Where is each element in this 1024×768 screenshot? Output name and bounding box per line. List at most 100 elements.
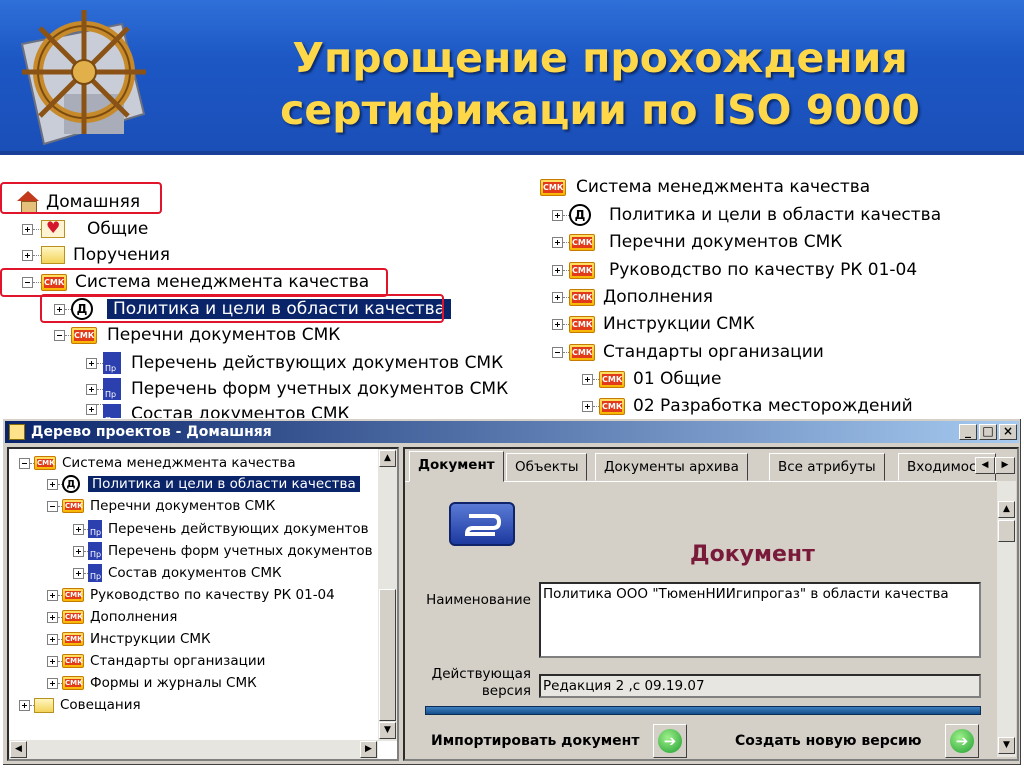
tab-all-attributes[interactable]: Все атрибуты xyxy=(769,453,885,481)
tree-item-additions[interactable]: СМК Дополнения xyxy=(47,609,177,625)
minimize-button[interactable]: _ xyxy=(959,424,977,440)
tree-item-instructions[interactable]: СМК Инструкции СМК xyxy=(47,631,211,647)
tree-item-label: 02 Разработка месторождений xyxy=(633,396,913,416)
expand-icon[interactable] xyxy=(552,209,563,221)
tree-item-forms[interactable]: Перечень форм учетных документов xyxy=(73,542,373,560)
expand-icon[interactable] xyxy=(22,249,33,261)
expand-icon[interactable] xyxy=(552,264,563,276)
tree-item-label: Формы и журналы СМК xyxy=(90,675,257,691)
smk-icon: СМК xyxy=(569,315,595,333)
collapse-icon[interactable] xyxy=(47,500,58,512)
tree-item-active-docs[interactable]: Перечень действующих документов СМК xyxy=(86,352,503,374)
app-icon xyxy=(9,424,25,440)
tree-item-general[interactable]: Общие xyxy=(22,218,148,239)
tree-item-label: Перечни документов СМК xyxy=(609,232,843,252)
expand-icon[interactable] xyxy=(47,478,58,490)
scroll-thumb[interactable] xyxy=(379,589,396,721)
collapse-icon[interactable] xyxy=(54,329,65,341)
tree-item-doc-lists[interactable]: СМК Перечни документов СМК xyxy=(47,498,275,514)
expand-icon[interactable] xyxy=(552,291,563,303)
tree-item-standards[interactable]: СМК Стандарты организации xyxy=(552,342,824,362)
tree-item-additions[interactable]: СМК Дополнения xyxy=(552,287,713,307)
document-list-icon xyxy=(103,404,121,418)
import-document-button[interactable] xyxy=(653,724,687,758)
document-tab-body: Документ Наименование Политика ООО "Тюме… xyxy=(405,481,999,759)
tree-item-label: Перечень форм учетных документов СМК xyxy=(131,379,509,399)
expand-icon[interactable] xyxy=(47,655,58,667)
tab-archive-docs[interactable]: Документы архива xyxy=(595,453,748,481)
create-new-version-button[interactable] xyxy=(945,724,979,758)
scroll-down-icon[interactable]: ▼ xyxy=(379,722,396,739)
smk-icon: СМК xyxy=(599,370,625,388)
name-label: Наименование xyxy=(426,592,531,608)
tab-objects[interactable]: Объекты xyxy=(506,453,588,481)
expand-icon[interactable] xyxy=(73,567,84,579)
scroll-thumb[interactable] xyxy=(998,520,1015,542)
tab-document[interactable]: Документ xyxy=(409,451,504,482)
tree-item-instructions[interactable]: СМК Инструкции СМК xyxy=(552,314,755,334)
tab-scroll-right-icon[interactable]: ▶ xyxy=(995,457,1015,474)
ship-wheel-icon xyxy=(20,10,146,146)
document-list-icon xyxy=(88,520,102,538)
expand-icon[interactable] xyxy=(552,236,563,248)
tree-item-forms-journals[interactable]: СМК Формы и журналы СМК xyxy=(47,675,257,691)
tree-item-label: Совещания xyxy=(60,697,141,713)
expand-icon[interactable] xyxy=(73,523,84,535)
tree-item-manual[interactable]: СМК Руководство по качеству РК 01-04 xyxy=(47,587,335,603)
tree-item-meetings[interactable]: Совещания xyxy=(19,697,141,713)
version-field: Редакция 2 ,с 09.19.07 xyxy=(539,674,981,698)
expand-icon[interactable] xyxy=(47,611,58,623)
expand-icon[interactable] xyxy=(47,633,58,645)
document-pane: Документ Объекты Документы архива Все ат… xyxy=(403,447,1019,761)
version-label: Действующая версия xyxy=(431,666,531,699)
expand-icon[interactable] xyxy=(47,677,58,689)
tree-item-manual[interactable]: СМК Руководство по качеству РК 01-04 xyxy=(552,260,917,280)
tree-item-doc-lists[interactable]: СМК Перечни документов СМК xyxy=(552,232,842,252)
tree-item-01-general[interactable]: СМК 01 Общие xyxy=(582,369,721,389)
collapse-icon[interactable] xyxy=(552,346,563,358)
tree-item-active-docs[interactable]: Перечень действующих документов xyxy=(73,520,369,538)
expand-icon[interactable] xyxy=(19,699,30,711)
tree-item-policy[interactable]: Д Политика и цели в области качества xyxy=(552,204,941,226)
tree-item-forms[interactable]: Перечень форм учетных документов СМК xyxy=(86,378,508,400)
scroll-down-icon[interactable]: ▼ xyxy=(998,737,1015,754)
expand-icon[interactable] xyxy=(73,545,84,557)
expand-icon[interactable] xyxy=(47,589,58,601)
expand-icon[interactable] xyxy=(22,223,33,235)
tree-item-composition[interactable]: Состав документов СМК xyxy=(73,564,282,582)
tree-item-02-development[interactable]: СМК 02 Разработка месторождений xyxy=(582,396,913,416)
maximize-button[interactable]: □ xyxy=(979,424,997,440)
tree-horizontal-scrollbar[interactable]: ◀ ▶ xyxy=(9,740,378,759)
tree-item-qms[interactable]: СМК Система менеджмента качества xyxy=(540,177,870,197)
tree-item-composition[interactable]: Состав документов СМК xyxy=(86,404,350,418)
collapse-icon[interactable] xyxy=(19,457,30,469)
expand-icon[interactable] xyxy=(552,318,563,330)
tree-item-label-selected: Политика и цели в области качества xyxy=(87,475,361,493)
tree-item-doc-lists[interactable]: СМК Перечни документов СМК xyxy=(54,325,340,345)
document-vertical-scrollbar[interactable]: ▲ ▼ xyxy=(997,481,1016,757)
window-titlebar[interactable]: Дерево проектов - Домашняя _ □ × xyxy=(5,421,1019,443)
scroll-right-icon[interactable]: ▶ xyxy=(360,741,377,758)
project-tree-window: Дерево проектов - Домашняя _ □ × СМК Сис… xyxy=(2,418,1022,766)
tree-item-orders[interactable]: Поручения xyxy=(22,245,170,265)
expand-icon[interactable] xyxy=(582,373,593,385)
scroll-left-icon[interactable]: ◀ xyxy=(10,741,27,758)
expand-icon[interactable] xyxy=(86,357,97,369)
smk-icon: СМК xyxy=(569,288,595,306)
expand-icon[interactable] xyxy=(86,404,97,415)
document-list-icon xyxy=(103,378,121,400)
scroll-up-icon[interactable]: ▲ xyxy=(379,450,396,467)
document-d-icon: Д xyxy=(569,204,591,226)
tree-item-standards[interactable]: СМК Стандарты организации xyxy=(47,653,265,669)
highlight-frame-policy xyxy=(40,294,444,323)
scroll-up-icon[interactable]: ▲ xyxy=(998,501,1015,518)
name-field[interactable]: Политика ООО "ТюменНИИгипрогаз" в област… xyxy=(539,582,981,658)
expand-icon[interactable] xyxy=(582,400,593,412)
close-button[interactable]: × xyxy=(999,424,1017,440)
expand-icon[interactable] xyxy=(86,383,97,395)
tree-vertical-scrollbar[interactable]: ▲ ▼ xyxy=(378,449,397,741)
tree-item-qms[interactable]: СМК Система менеджмента качества xyxy=(19,455,296,471)
tree-item-policy[interactable]: Д Политика и цели в области качества xyxy=(47,475,361,493)
tab-scroll-left-icon[interactable]: ◀ xyxy=(975,457,995,474)
project-tree-pane[interactable]: СМК Система менеджмента качества Д Полит… xyxy=(7,447,399,761)
